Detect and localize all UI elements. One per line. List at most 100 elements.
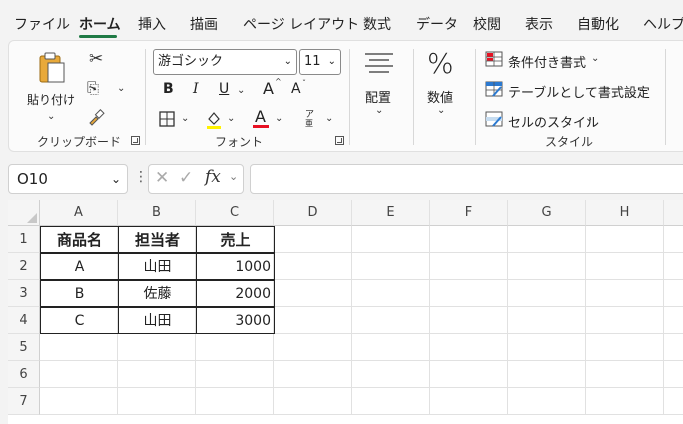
font-size-select[interactable]: 11 ⌄ xyxy=(299,49,341,75)
tab-automate[interactable]: 自動化 xyxy=(577,14,619,34)
tab-insert[interactable]: 挿入 xyxy=(138,14,166,34)
cancel-icon[interactable]: ✕ xyxy=(155,170,169,187)
bold-button[interactable]: B xyxy=(163,81,174,97)
grow-font-button[interactable]: A xyxy=(263,79,274,98)
tab-view[interactable]: 表示 xyxy=(525,14,553,34)
font-color-button[interactable]: A xyxy=(255,107,266,126)
grid-cell[interactable] xyxy=(118,334,196,361)
chevron-down-icon[interactable]: ⌄ xyxy=(275,113,283,124)
grid-cell[interactable] xyxy=(430,280,508,307)
underline-button[interactable]: U xyxy=(219,81,229,97)
grid-cell[interactable] xyxy=(352,307,430,334)
grid-cell[interactable] xyxy=(586,226,664,253)
tab-draw[interactable]: 描画 xyxy=(190,14,218,34)
column-header-a[interactable]: A xyxy=(40,200,118,226)
grid-cell[interactable] xyxy=(430,226,508,253)
grid-cell[interactable] xyxy=(664,253,683,280)
formula-input[interactable] xyxy=(250,164,683,194)
chevron-down-icon[interactable]: ⌄ xyxy=(229,171,238,182)
grid-cell[interactable] xyxy=(508,307,586,334)
column-header-h[interactable]: H xyxy=(586,200,664,226)
grid-cell[interactable] xyxy=(586,361,664,388)
grid-cell[interactable] xyxy=(430,334,508,361)
copy-icon[interactable]: ⎘ xyxy=(87,81,99,96)
chevron-down-icon[interactable]: ⌄ xyxy=(227,113,235,124)
font-name-select[interactable]: 游ゴシック ⌄ xyxy=(153,49,297,75)
grid-cell[interactable] xyxy=(352,388,430,415)
tab-file[interactable]: ファイル xyxy=(14,14,70,34)
grid-cell[interactable] xyxy=(664,226,683,253)
grid-cell[interactable] xyxy=(586,253,664,280)
row-header-1[interactable]: 1 xyxy=(8,226,40,253)
grid-cell[interactable] xyxy=(664,361,683,388)
grid-cell[interactable] xyxy=(664,334,683,361)
more-options-icon[interactable]: ⋮ xyxy=(134,170,148,184)
grid-cell[interactable] xyxy=(664,280,683,307)
tab-help[interactable]: ヘルプ xyxy=(643,14,683,34)
grid-cell[interactable] xyxy=(508,253,586,280)
table-cell[interactable]: 山田 xyxy=(118,307,197,334)
table-cell[interactable]: A xyxy=(40,253,119,280)
grid-cell[interactable] xyxy=(352,334,430,361)
column-header-g[interactable]: G xyxy=(508,200,586,226)
column-header-d[interactable]: D xyxy=(274,200,352,226)
grid-cell[interactable] xyxy=(430,361,508,388)
tab-review[interactable]: 校閲 xyxy=(473,14,501,34)
row-header-5[interactable]: 5 xyxy=(8,334,40,361)
table-cell[interactable]: C xyxy=(40,307,119,334)
grid-cell[interactable] xyxy=(196,388,274,415)
grid-cell[interactable] xyxy=(274,334,352,361)
grid-cell[interactable] xyxy=(196,361,274,388)
row-header-2[interactable]: 2 xyxy=(8,253,40,280)
format-painter-icon[interactable] xyxy=(87,109,105,127)
grid-cell[interactable] xyxy=(664,307,683,334)
chevron-down-icon[interactable]: ⌄ xyxy=(181,113,189,124)
table-cell[interactable]: 山田 xyxy=(118,253,197,280)
table-cell[interactable]: B xyxy=(40,280,119,307)
grid-cell[interactable] xyxy=(40,334,118,361)
fill-color-icon[interactable] xyxy=(205,109,223,129)
tab-home[interactable]: ホーム xyxy=(79,14,121,34)
table-header-cell[interactable]: 売上 xyxy=(196,226,275,253)
grid-cell[interactable] xyxy=(274,253,352,280)
table-cell[interactable]: 2000 xyxy=(196,280,275,307)
grid-cell[interactable] xyxy=(196,334,274,361)
grid-cell[interactable] xyxy=(352,280,430,307)
row-header-4[interactable]: 4 xyxy=(8,307,40,334)
column-header-f[interactable]: F xyxy=(430,200,508,226)
enter-icon[interactable]: ✓ xyxy=(179,170,193,187)
table-cell[interactable]: 3000 xyxy=(196,307,275,334)
grid-cell[interactable] xyxy=(586,307,664,334)
grid-cell[interactable] xyxy=(352,253,430,280)
chevron-down-icon[interactable]: ⌄ xyxy=(117,83,125,94)
grid-cell[interactable] xyxy=(664,388,683,415)
grid-cell[interactable] xyxy=(274,307,352,334)
grid-cell[interactable] xyxy=(40,361,118,388)
grid-cell[interactable] xyxy=(274,226,352,253)
row-header-6[interactable]: 6 xyxy=(8,361,40,388)
grid-cell[interactable] xyxy=(40,388,118,415)
grid-cell[interactable] xyxy=(586,334,664,361)
row-header-3[interactable]: 3 xyxy=(8,280,40,307)
grid-cell[interactable] xyxy=(118,361,196,388)
grid-cell[interactable] xyxy=(274,361,352,388)
grid-cell[interactable] xyxy=(586,388,664,415)
insert-function-button[interactable]: fx xyxy=(205,169,221,186)
italic-button[interactable]: I xyxy=(193,81,199,97)
tab-page-layout[interactable]: ページ レイアウト xyxy=(243,14,359,34)
grid-cell[interactable] xyxy=(508,280,586,307)
grid-cell[interactable] xyxy=(508,361,586,388)
table-header-cell[interactable]: 商品名 xyxy=(40,226,119,253)
column-header-e[interactable]: E xyxy=(352,200,430,226)
clipboard-launcher-icon[interactable] xyxy=(131,136,140,145)
grid-cell[interactable] xyxy=(430,307,508,334)
cut-icon[interactable]: ✂ xyxy=(89,51,103,68)
grid-cell[interactable] xyxy=(586,280,664,307)
grid-cell[interactable] xyxy=(274,280,352,307)
shrink-font-button[interactable]: A xyxy=(291,81,301,97)
column-header-b[interactable]: B xyxy=(118,200,196,226)
grid-cell[interactable] xyxy=(352,226,430,253)
grid-cell[interactable] xyxy=(508,334,586,361)
tab-formulas[interactable]: 数式 xyxy=(363,14,391,34)
table-cell[interactable]: 1000 xyxy=(196,253,275,280)
